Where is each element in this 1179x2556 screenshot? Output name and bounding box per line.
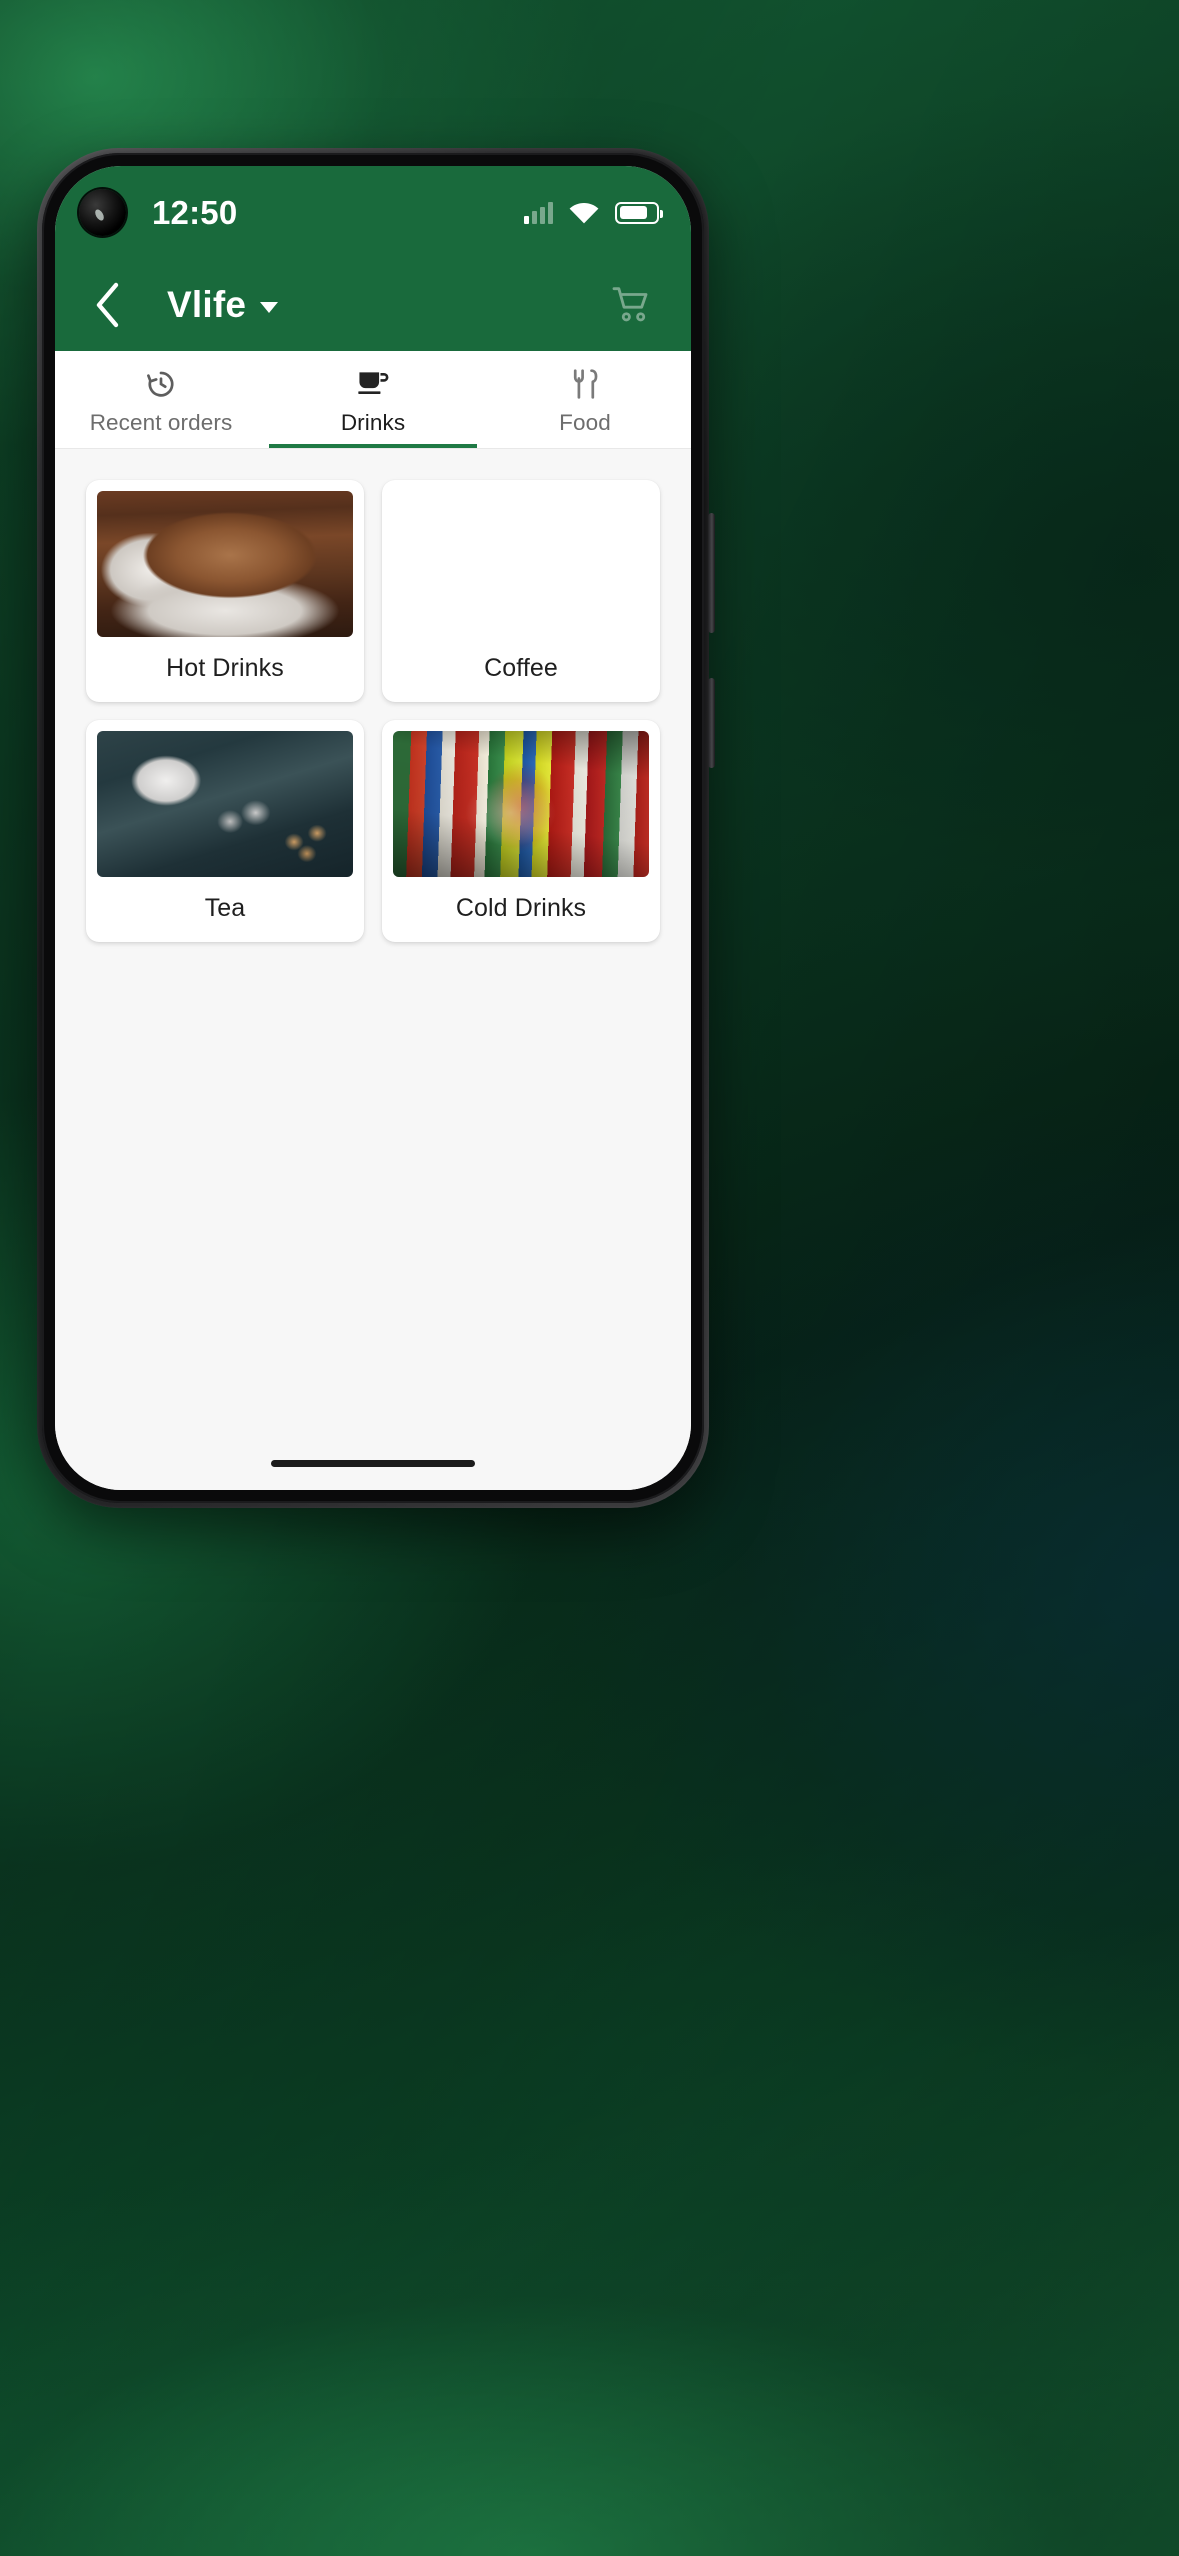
category-card-cold-drinks[interactable]: Cold Drinks (382, 720, 660, 942)
category-thumbnail (393, 491, 649, 637)
shopping-cart-button[interactable] (603, 276, 661, 334)
tab-label: Food (559, 410, 611, 435)
category-label: Hot Drinks (166, 654, 284, 682)
page-title: Vlife (167, 284, 247, 325)
status-bar-indicators (524, 201, 663, 225)
app-bar: Vlife (55, 259, 691, 351)
signal-bars-icon (524, 201, 553, 224)
store-selector[interactable]: Vlife (167, 284, 279, 326)
tab-recent-orders[interactable]: Recent orders (55, 351, 267, 448)
coffee-cup-icon (355, 367, 391, 401)
category-thumbnail (97, 491, 353, 637)
front-camera-punchhole-icon (79, 189, 126, 236)
category-thumbnail (393, 731, 649, 877)
phone-screen: 12:50 Vlife Recent orders Drinks Food Ho… (55, 166, 691, 1490)
tab-food[interactable]: Food (479, 351, 691, 448)
category-grid: Hot Drinks Coffee Tea Cold Drinks (55, 449, 691, 1436)
category-card-coffee[interactable]: Coffee (382, 480, 660, 702)
category-thumbnail (97, 731, 353, 877)
category-label: Coffee (484, 654, 558, 682)
battery-icon (615, 201, 663, 224)
fork-knife-icon (568, 367, 602, 401)
wifi-icon (568, 201, 600, 225)
category-card-hot-drinks[interactable]: Hot Drinks (86, 480, 364, 702)
phone-device-frame: 12:50 Vlife Recent orders Drinks Food Ho… (37, 148, 715, 1508)
tab-label: Drinks (340, 410, 406, 435)
home-gesture-bar[interactable] (271, 1459, 475, 1467)
caret-down-icon (260, 302, 279, 313)
category-tab-bar: Recent orders Drinks Food (55, 351, 691, 449)
navigation-bar (55, 1436, 691, 1490)
category-card-tea[interactable]: Tea (86, 720, 364, 942)
volume-button[interactable] (708, 678, 715, 768)
category-label: Tea (204, 894, 246, 922)
status-bar-clock: 12:50 (152, 193, 238, 231)
history-icon (144, 367, 178, 401)
category-label: Cold Drinks (455, 894, 587, 922)
power-button[interactable] (708, 513, 715, 633)
tab-drinks[interactable]: Drinks (267, 351, 479, 448)
phone-bezel: 12:50 Vlife Recent orders Drinks Food Ho… (42, 153, 704, 1503)
back-button[interactable] (79, 276, 137, 334)
status-bar: 12:50 (55, 166, 691, 259)
tab-label: Recent orders (89, 410, 233, 435)
